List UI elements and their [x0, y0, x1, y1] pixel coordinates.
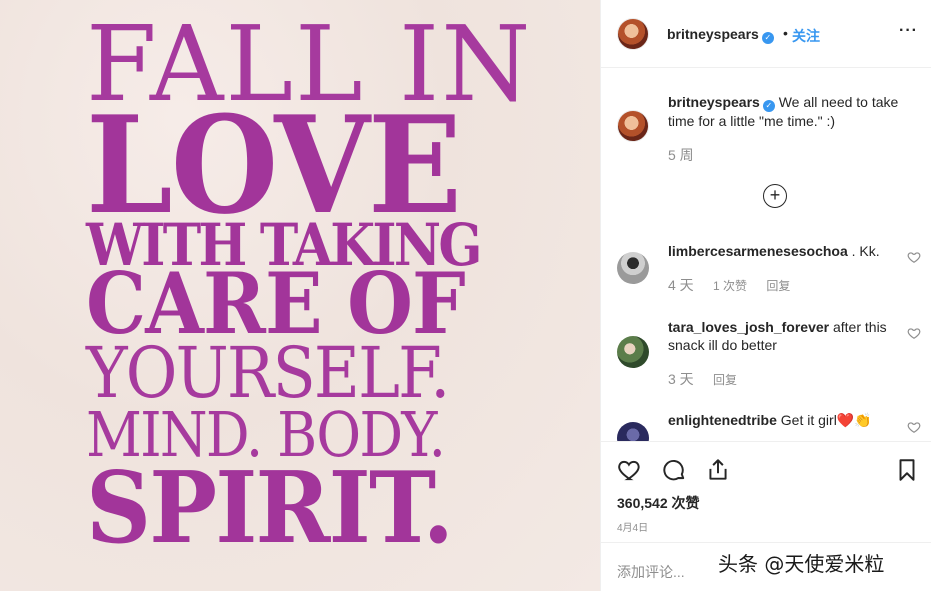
comment-meta: 3 天 回复	[668, 369, 753, 389]
comment-time[interactable]: 4 天	[668, 277, 694, 293]
post-image[interactable]: FALL IN LOVE WITH TAKING CARE OF YOURSEL…	[0, 0, 600, 591]
comment-text: . Kk.	[851, 243, 880, 259]
comment-input[interactable]: 添加评论...	[617, 562, 685, 582]
comment-time[interactable]: 3 天	[668, 371, 694, 387]
avatar[interactable]	[617, 336, 649, 368]
comment-item: enlightenedtribe Get it girl❤️👏	[601, 408, 931, 441]
like-comment-heart-icon[interactable]	[907, 420, 921, 434]
quote-line: SPIRIT.	[86, 451, 454, 566]
like-comment-heart-icon[interactable]	[907, 250, 921, 264]
post-header: britneyspears ✓ • 关注 ···	[601, 0, 931, 68]
comment-meta: 4 天 1 次赞 回复	[668, 275, 806, 295]
watermark: 头条 @天使爱米粒	[718, 552, 885, 576]
add-circle-icon[interactable]: +	[763, 184, 787, 208]
comment-icon[interactable]	[661, 457, 687, 483]
follow-button[interactable]: 关注	[792, 26, 820, 46]
username-link[interactable]: britneyspears	[667, 26, 759, 42]
comment-body: enlightenedtribe Get it girl❤️👏	[668, 411, 898, 429]
verified-badge-icon: ✓	[761, 32, 774, 44]
caption-timestamp[interactable]: 5 周	[668, 145, 694, 165]
comment-username[interactable]: enlightenedtribe	[668, 412, 777, 428]
quote-graphic: FALL IN LOVE WITH TAKING CARE OF YOURSEL…	[0, 0, 600, 591]
share-icon[interactable]	[705, 457, 731, 483]
post-date[interactable]: 4月4日	[617, 519, 648, 534]
comment-body: limbercesarmenesesochoa . Kk.	[668, 242, 898, 260]
avatar[interactable]	[617, 252, 649, 284]
comment-likes[interactable]: 1 次赞	[713, 279, 747, 293]
avatar[interactable]	[617, 422, 649, 441]
separator-dot: •	[783, 25, 788, 41]
more-options-icon[interactable]: ···	[899, 22, 918, 40]
caption-username[interactable]: britneyspears	[668, 94, 760, 110]
comment-text: Get it girl❤️👏	[780, 412, 872, 428]
like-comment-heart-icon[interactable]	[907, 326, 921, 340]
caption-avatar[interactable]	[617, 110, 649, 142]
comment-username[interactable]: limbercesarmenesesochoa	[668, 243, 848, 259]
verified-badge-icon: ✓	[762, 100, 775, 112]
comment-username[interactable]: tara_loves_josh_forever	[668, 319, 829, 335]
post-sidebar: britneyspears ✓ • 关注 ··· britneyspears ✓ W…	[600, 0, 931, 591]
post-caption: britneyspears ✓ We all need to take time …	[668, 93, 916, 130]
comment-body: tara_loves_josh_forever after this snack…	[668, 318, 898, 354]
reply-button[interactable]: 回复	[766, 279, 790, 293]
reply-button[interactable]: 回复	[713, 373, 737, 387]
bookmark-icon[interactable]	[894, 457, 920, 483]
author-name[interactable]: britneyspears ✓	[667, 26, 774, 44]
heart-icon[interactable]	[617, 457, 643, 483]
avatar[interactable]	[617, 18, 649, 50]
like-count[interactable]: 360,542 次赞	[617, 493, 700, 513]
